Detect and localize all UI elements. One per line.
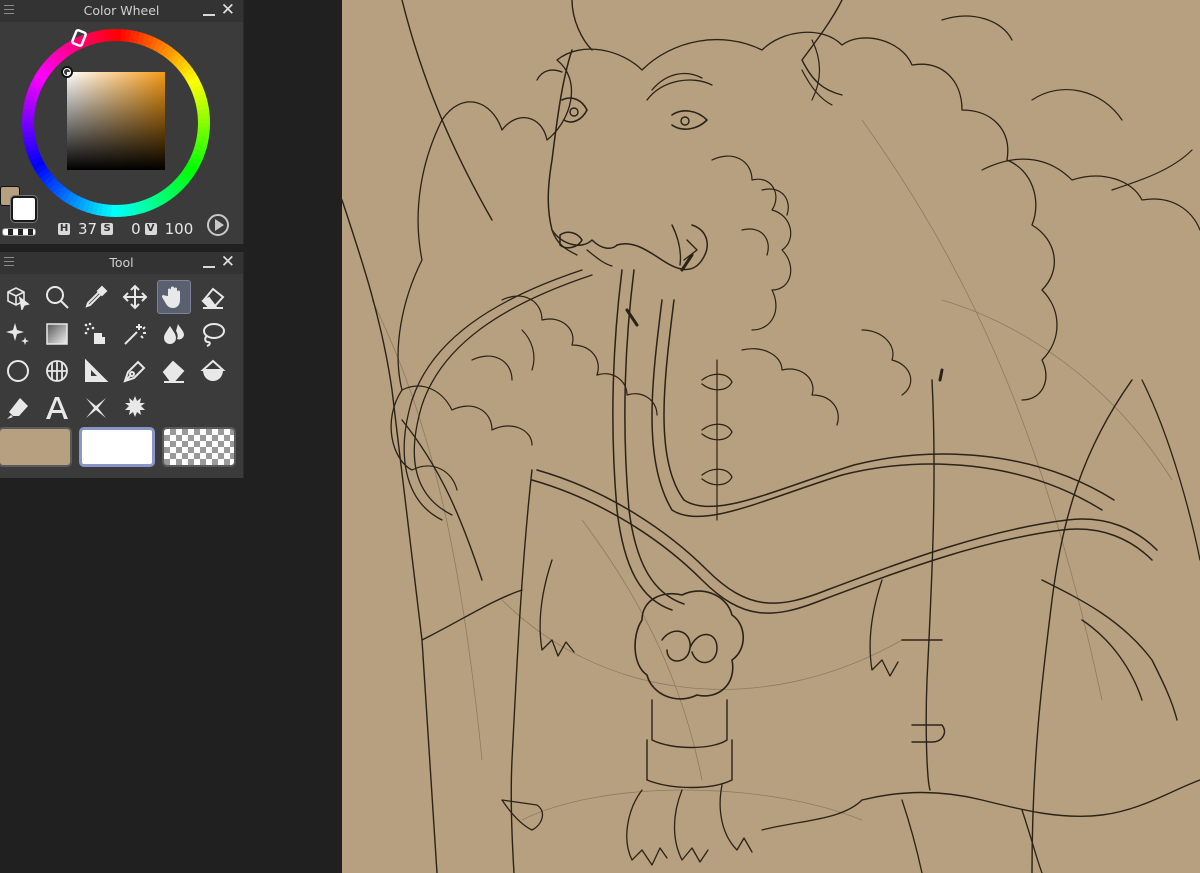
v-value[interactable]: 100 [165,220,194,238]
color-wheel-titlebar[interactable]: Color Wheel ✕ [0,0,243,22]
hand-tool-icon[interactable] [157,280,191,314]
zoom-tool-icon[interactable] [40,280,74,314]
operation-tool-icon[interactable] [1,280,35,314]
auto-select-tool-icon[interactable] [118,317,152,351]
app-window: Color Wheel ✕ H 37 S 0 V 100 Tool ✕ [0,0,1200,873]
lineart [342,0,1200,873]
sub-color-swatch[interactable] [11,196,37,222]
text-tool-icon[interactable] [40,391,74,425]
close-button[interactable]: ✕ [221,2,235,19]
blend-tool-icon[interactable] [157,317,191,351]
close-button[interactable]: ✕ [221,254,235,271]
frame-border-tool-icon[interactable] [40,354,74,388]
lasso-tool-icon[interactable] [196,317,230,351]
correct-line-tool-icon[interactable] [1,391,35,425]
drawing-canvas[interactable] [342,0,1200,873]
minimize-button[interactable] [203,14,215,16]
airbrush-tool-icon[interactable] [79,317,113,351]
s-value[interactable]: 0 [131,220,141,238]
balloon-tool-icon[interactable] [79,391,113,425]
decoration-tool-icon[interactable] [118,391,152,425]
sparkle-tool-icon[interactable] [1,317,35,351]
value-overlay [67,72,165,170]
eraser-tool-icon[interactable] [196,280,230,314]
sketch-lines [371,119,1173,821]
transparent-color-swatch[interactable] [2,228,36,236]
move-layer-tool-icon[interactable] [118,280,152,314]
hsv-readout: H 37 S 0 V 100 [58,220,197,238]
h-value[interactable]: 37 [78,220,97,238]
fill-tool-icon[interactable] [196,354,230,388]
minimize-button[interactable] [203,266,215,268]
tool-palette: Tool ✕ [0,252,244,478]
color-wheel[interactable] [20,27,212,219]
s-label: S [101,223,114,235]
color-cycle-icon[interactable] [207,214,229,236]
ellipse-tool-icon[interactable] [1,354,35,388]
h-label: H [58,223,70,235]
sub-color-chip[interactable] [79,427,155,467]
v-label: V [144,223,157,235]
ruler-tool-icon[interactable] [79,354,113,388]
gradient-tool-icon[interactable] [40,317,74,351]
eyedropper-tool-icon[interactable] [79,280,113,314]
transparent-color-chip[interactable] [162,427,236,467]
pen-tool-icon[interactable] [118,354,152,388]
fill-eraser-tool-icon[interactable] [157,354,191,388]
main-color-chip[interactable] [0,427,72,467]
tool-titlebar[interactable]: Tool ✕ [0,252,243,274]
color-wheel-palette: Color Wheel ✕ H 37 S 0 V 100 [0,0,244,244]
